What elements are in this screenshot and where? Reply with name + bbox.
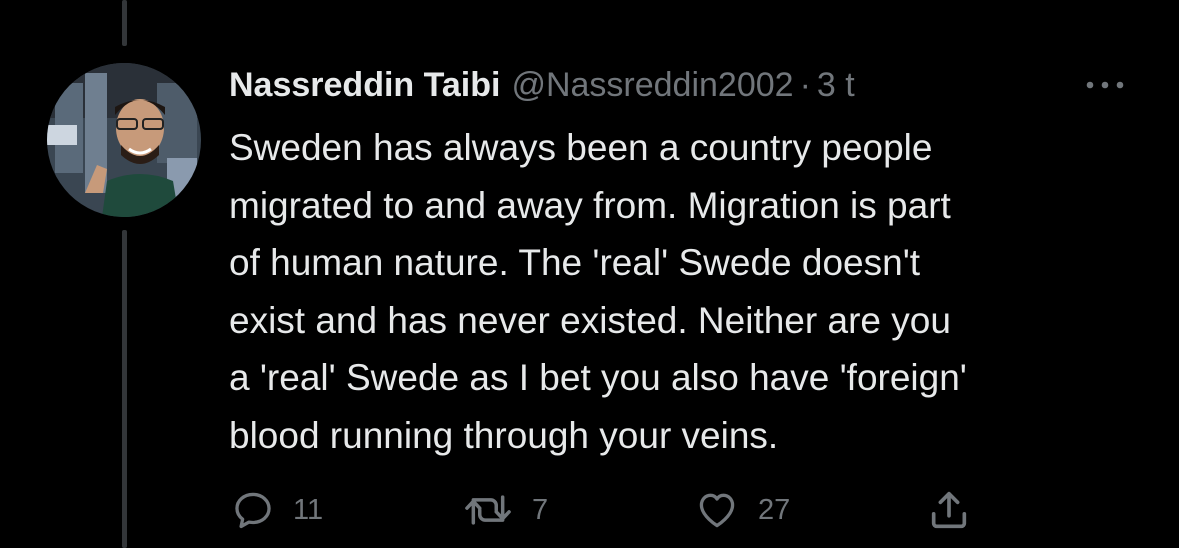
reply-icon: [235, 492, 271, 529]
user-handle[interactable]: @Nassreddin2002: [511, 66, 793, 105]
tweet-actions: 11 7 27: [0, 488, 1179, 532]
reply-count: 11: [293, 493, 324, 526]
more-button[interactable]: [1083, 70, 1127, 100]
retweet-icon: [465, 495, 511, 525]
display-name[interactable]: Nassreddin Taibi: [229, 66, 500, 105]
more-horizontal-icon: [1086, 81, 1124, 89]
reply-button[interactable]: 11: [231, 488, 323, 532]
heart-icon: [699, 493, 735, 528]
share-button[interactable]: [926, 488, 972, 532]
retweet-button[interactable]: 7: [462, 488, 548, 532]
retweet-count: 7: [532, 493, 549, 526]
like-button[interactable]: 27: [694, 488, 790, 532]
tweet-header: Nassreddin Taibi @Nassreddin2002 · 3 t: [229, 62, 855, 108]
like-count: 27: [758, 493, 791, 526]
tweet-text: Sweden has always been a country people …: [229, 127, 967, 456]
thread-line-top: [122, 0, 127, 46]
separator-dot: ·: [799, 65, 811, 104]
avatar-photo: [47, 63, 201, 217]
timestamp[interactable]: 3 t: [817, 66, 855, 105]
share-icon: [931, 491, 967, 529]
avatar[interactable]: [47, 63, 201, 217]
